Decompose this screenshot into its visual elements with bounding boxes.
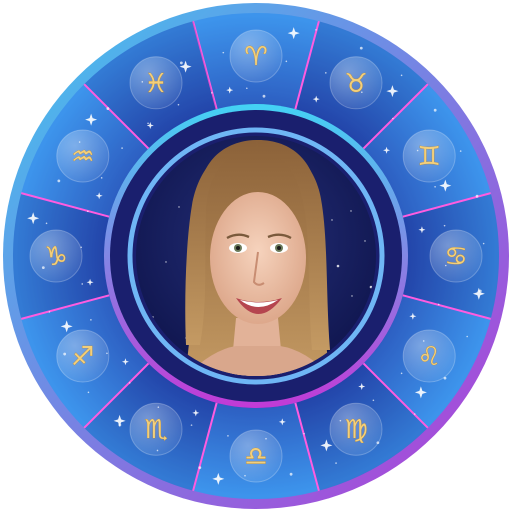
aries-icon[interactable]: ♈ <box>244 42 268 73</box>
star-dot <box>106 352 108 355</box>
star-dot <box>147 122 149 125</box>
star-dot <box>211 92 213 94</box>
sky-star <box>350 210 352 212</box>
star-dot <box>87 210 89 213</box>
star-dot <box>434 185 436 188</box>
star-dot <box>246 87 248 90</box>
star-dot <box>359 46 363 50</box>
star-dot <box>339 419 342 422</box>
star-dot <box>303 432 305 435</box>
leo-icon[interactable]: ♌ <box>417 342 441 373</box>
star-dot <box>128 382 131 384</box>
star-dot <box>361 91 363 94</box>
star-dot <box>475 194 479 198</box>
star-dot <box>444 264 447 267</box>
star-dot <box>81 283 84 285</box>
star-dot <box>443 224 446 227</box>
star-dot <box>80 246 83 249</box>
star-dot <box>459 150 462 152</box>
pisces-icon[interactable]: ♓ <box>144 68 168 99</box>
cancer-icon[interactable]: ♋ <box>444 242 468 273</box>
star-dot <box>41 266 45 270</box>
star-dot <box>422 340 425 342</box>
star-dot <box>437 303 440 306</box>
star-dot <box>325 72 327 74</box>
scorpio-icon[interactable]: ♏ <box>144 415 168 446</box>
star-dot <box>156 449 159 452</box>
sky-star <box>364 240 366 242</box>
star-dot <box>78 141 81 143</box>
star-dot <box>376 441 380 445</box>
star-dot <box>177 103 180 106</box>
star-dot <box>227 435 229 437</box>
star-dot <box>416 149 419 152</box>
sky-star <box>331 219 333 221</box>
star-dot <box>121 147 123 149</box>
star-dot <box>372 399 375 402</box>
star-dot <box>87 391 90 394</box>
sagittarius-icon[interactable]: ♐ <box>71 342 95 373</box>
star-dot <box>482 242 485 245</box>
star-dot <box>106 107 110 110</box>
taurus-icon[interactable]: ♉ <box>344 68 368 99</box>
star-dot <box>478 289 482 293</box>
sky-star <box>178 206 180 208</box>
star-dot <box>433 108 437 112</box>
star-dot <box>466 335 468 338</box>
star-dot <box>400 372 403 375</box>
star-dot <box>57 179 61 183</box>
zodiac-wheel: ♈ ♉ ♊ ♋ ♌ ♍ ♎ ♏ ♐ ♑ ♒ ♓ <box>3 3 509 509</box>
star-dot <box>198 466 202 470</box>
star-dot <box>141 81 144 83</box>
star-dot <box>315 29 317 31</box>
star-dot <box>157 406 160 408</box>
sky-star <box>336 264 340 268</box>
star-dot <box>179 61 183 65</box>
star-dot <box>190 424 193 426</box>
star-dot <box>289 472 293 476</box>
star-dot <box>335 462 337 464</box>
star-dot <box>265 437 267 440</box>
star-dot <box>262 94 266 98</box>
star-dot <box>413 413 416 415</box>
virgo-icon[interactable]: ♍ <box>344 415 368 446</box>
capricorn-icon[interactable]: ♑ <box>44 242 68 273</box>
zodiac-wheel-stage: ♈ ♉ ♊ ♋ ♌ ♍ ♎ ♏ ♐ ♑ ♒ ♓ <box>0 0 512 512</box>
star-dot <box>400 74 403 77</box>
star-dot <box>222 51 225 54</box>
star-dot <box>392 117 394 120</box>
star-dot <box>48 311 51 313</box>
star-dot <box>285 60 288 63</box>
sky-star <box>165 261 167 263</box>
libra-icon[interactable]: ♎ <box>244 442 268 473</box>
star-dot <box>45 222 48 225</box>
star-dot <box>100 177 103 179</box>
star-dot <box>244 474 246 477</box>
star-dot <box>443 376 447 380</box>
gemini-icon[interactable]: ♊ <box>417 142 441 173</box>
star-dot <box>90 319 92 321</box>
star-dot <box>63 352 67 356</box>
sky-star <box>351 295 353 297</box>
aquarius-icon[interactable]: ♒ <box>71 142 95 173</box>
star-dot <box>118 423 122 427</box>
